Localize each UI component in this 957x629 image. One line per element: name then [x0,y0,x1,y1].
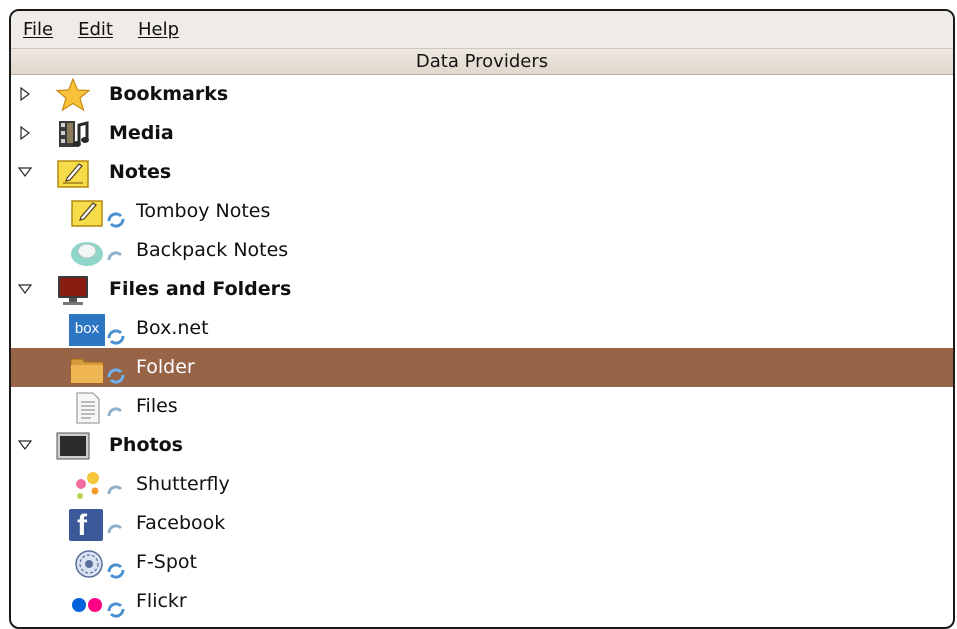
film-music-icon [55,117,91,151]
star-icon [55,78,91,112]
tree-label-notes: Notes [109,161,172,183]
tree-row-files[interactable]: Files [11,387,953,426]
menubar: File Edit Help [11,11,953,48]
expander-expanded-icon[interactable] [18,438,32,452]
tree-row-facebook[interactable]: f Facebook [11,504,953,543]
tree-label-folder: Folder [136,356,195,378]
sync-icon [106,328,126,346]
tree-label-files-and-folders: Files and Folders [109,278,292,300]
tree-label-flickr: Flickr [136,590,187,612]
box-logo-icon: box [69,314,105,346]
facebook-logo-text: f [77,509,87,542]
sync-icon [106,484,126,502]
tree-label-media: Media [109,122,174,144]
backpack-icon [69,236,105,268]
menu-help[interactable]: Help [138,19,179,40]
expander-expanded-icon[interactable] [18,282,32,296]
tree-row-shutterfly[interactable]: Shutterfly [11,465,953,504]
sync-icon [106,250,126,268]
tree-row-f-spot[interactable]: F-Spot [11,543,953,582]
sync-icon [106,406,126,424]
expander-expanded-icon[interactable] [18,165,32,179]
sync-icon [106,562,126,580]
tree-row-backpack-notes[interactable]: Backpack Notes [11,231,953,270]
column-header-data-providers[interactable]: Data Providers [11,48,953,75]
tree-row-bookmarks[interactable]: Bookmarks [11,75,953,114]
monitor-icon [55,273,91,307]
folder-icon [69,353,105,385]
facebook-logo-icon: f [69,509,105,542]
tree-label-bookmarks: Bookmarks [109,83,229,105]
notepad-icon [55,156,91,190]
flickr-dots-icon [69,587,105,619]
tree-label-photos: Photos [109,434,183,456]
shutterfly-dots-icon [69,470,105,502]
tree-row-files-and-folders[interactable]: Files and Folders [11,270,953,309]
tree-label-backpack-notes: Backpack Notes [136,239,289,261]
tree-label-files: Files [136,395,178,417]
sync-icon [106,601,126,619]
tree-label-f-spot: F-Spot [136,551,197,573]
tree-label-facebook: Facebook [136,512,226,534]
tree-label-shutterfly: Shutterfly [136,473,230,495]
tree-row-flickr[interactable]: Flickr [11,582,953,621]
tree-row-tomboy-notes[interactable]: Tomboy Notes [11,192,953,231]
menu-edit[interactable]: Edit [78,19,113,40]
notepad-icon [69,197,105,229]
tree-row-media[interactable]: Media [11,114,953,153]
box-logo-text: box [74,320,100,337]
tree-label-tomboy-notes: Tomboy Notes [136,200,271,222]
fspot-shutter-icon [69,548,105,580]
expander-collapsed-icon[interactable] [18,87,32,101]
photo-frame-icon [55,429,91,463]
sync-icon [106,211,126,229]
tree-row-box-net[interactable]: box Box.net [11,309,953,348]
tree-label-box-net: Box.net [136,317,209,339]
sync-icon [106,523,126,541]
expander-collapsed-icon[interactable] [18,126,32,140]
tree-row-notes[interactable]: Notes [11,153,953,192]
tree-row-photos[interactable]: Photos [11,426,953,465]
text-file-icon [69,392,105,424]
data-providers-window: File Edit Help Data Providers Bookmarks [9,9,955,629]
menu-file[interactable]: File [23,19,53,40]
tree-row-folder[interactable]: Folder [11,348,953,387]
sync-icon [106,367,126,385]
